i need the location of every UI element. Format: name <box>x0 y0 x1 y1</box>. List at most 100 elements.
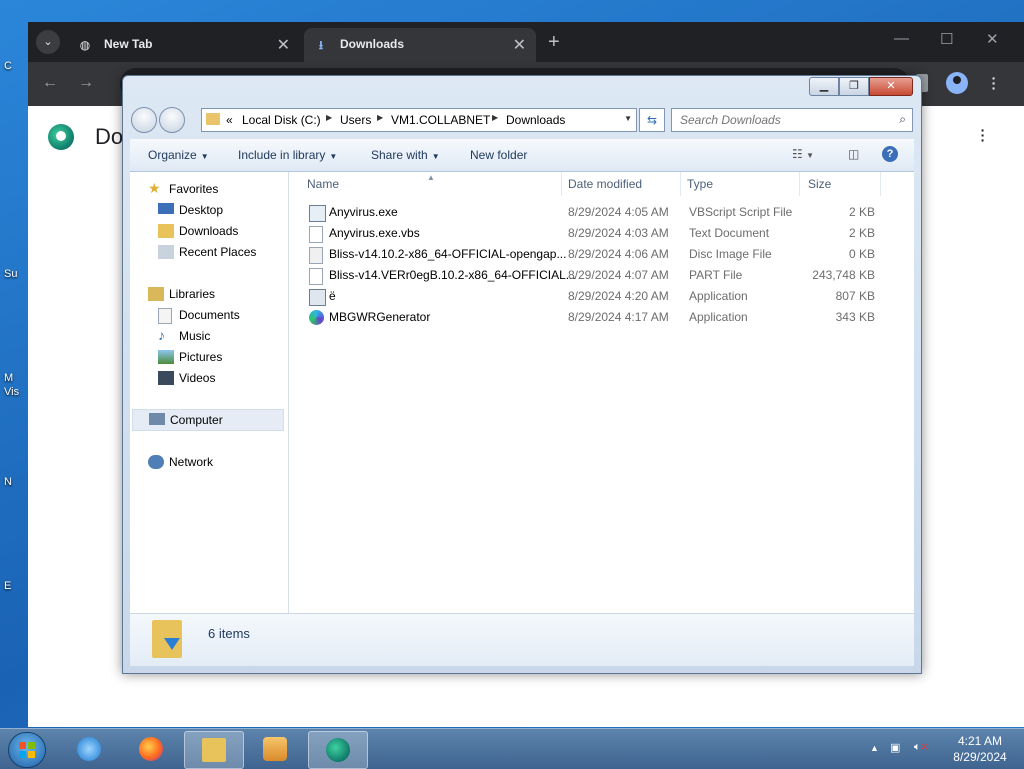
details-pane: 6 items <box>130 613 914 666</box>
search-input[interactable] <box>678 112 882 128</box>
include-in-library-button[interactable]: Include in library ▼ <box>238 148 337 162</box>
share-label: Share with <box>371 148 428 162</box>
breadcrumb-local-disk[interactable]: Local Disk (C:) <box>242 113 321 127</box>
system-clock[interactable]: 4:21 AM 8/29/2024 <box>940 733 1020 765</box>
pictures-icon <box>158 350 174 364</box>
column-label: Type <box>687 177 714 191</box>
start-button[interactable] <box>8 732 46 768</box>
minimize-button[interactable]: — <box>894 30 909 47</box>
taskbar-file-explorer[interactable] <box>184 731 244 769</box>
chevron-down-icon[interactable]: ⌄ <box>36 30 60 54</box>
taskbar-chrome-app[interactable] <box>308 731 368 769</box>
file-size: 343 KB <box>835 310 875 324</box>
file-type: Text Document <box>689 226 770 240</box>
breadcrumb-arrow-icon[interactable]: ▶ <box>326 113 332 122</box>
file-date: 8/29/2024 4:06 AM <box>568 247 669 261</box>
nav-computer[interactable]: Computer <box>132 409 284 431</box>
refresh-icon[interactable]: ⇆ <box>639 108 665 132</box>
file-type: Disc Image File <box>689 247 772 261</box>
desktop-icon-label[interactable]: E <box>4 580 11 592</box>
column-header-size[interactable]: Size <box>800 172 881 196</box>
command-bar: Organize ▼ Include in library ▼ Share with… <box>130 139 914 172</box>
maximize-button[interactable]: ☐ <box>940 30 953 48</box>
tab-downloads[interactable]: ⭳ Downloads ✕ <box>304 28 536 62</box>
close-button[interactable]: ✕ <box>869 77 913 96</box>
tab-new-tab[interactable]: ◍ New Tab ✕ <box>68 28 300 62</box>
file-list: ▲ Name Date modified Type Size Anyvirus.… <box>289 172 914 613</box>
file-type: Application <box>689 310 748 324</box>
nav-label: Favorites <box>169 182 219 196</box>
include-label: Include in library <box>238 148 326 162</box>
desktop-icon <box>158 203 174 214</box>
close-icon[interactable]: ✕ <box>513 35 526 55</box>
nav-label: Libraries <box>169 287 216 301</box>
column-header-name[interactable]: ▲ Name <box>289 172 562 196</box>
breadcrumb-arrow-icon[interactable]: ▶ <box>492 113 498 122</box>
desktop-icon-label[interactable]: C <box>4 60 12 72</box>
file-date: 8/29/2024 4:03 AM <box>568 226 669 240</box>
breadcrumb-users[interactable]: Users <box>340 113 371 127</box>
page-menu-dots-icon[interactable]: · · · <box>980 123 986 147</box>
minimize-button[interactable]: ▁ <box>809 77 839 96</box>
folder-icon <box>206 113 220 125</box>
libraries-icon <box>148 287 164 301</box>
file-row[interactable]: Bliss-v14.10.2-x86_64-OFFICIAL-opengap..… <box>305 244 885 265</box>
taskbar: ▲ ▣ 🔈︎✕ 4:21 AM 8/29/2024 <box>0 728 1024 769</box>
file-date: 8/29/2024 4:05 AM <box>568 205 669 219</box>
file-date: 8/29/2024 4:07 AM <box>568 268 669 282</box>
share-with-button[interactable]: Share with ▼ <box>371 148 440 162</box>
show-hidden-icons-button[interactable]: ▲ <box>870 743 879 753</box>
internet-explorer-icon <box>77 737 101 761</box>
column-header-date[interactable]: Date modified <box>562 172 681 196</box>
nav-label: Downloads <box>179 224 239 238</box>
address-dropdown-icon[interactable]: ▼ <box>624 114 632 123</box>
desktop-icon-label[interactable]: M <box>4 372 13 384</box>
nav-label: Documents <box>179 308 240 322</box>
taskbar-internet-explorer[interactable] <box>60 731 118 767</box>
file-row[interactable]: MBGWRGenerator 8/29/2024 4:17 AM Applica… <box>305 307 885 328</box>
file-row[interactable]: Anyvirus.exe 8/29/2024 4:05 AM VBScript … <box>305 202 885 223</box>
forward-button[interactable]: → <box>78 74 94 92</box>
search-icon[interactable]: ⌕ <box>899 112 906 127</box>
help-icon[interactable]: ? <box>882 146 898 162</box>
desktop-icon-label[interactable]: N <box>4 476 12 488</box>
close-window-button[interactable]: ✕ <box>986 30 999 48</box>
volume-muted-icon[interactable]: 🔈︎✕ <box>914 741 928 754</box>
page-title: Do <box>95 124 124 149</box>
taskbar-media-player[interactable] <box>246 731 304 767</box>
column-header-type[interactable]: Type <box>681 172 800 196</box>
file-date: 8/29/2024 4:17 AM <box>568 310 669 324</box>
nav-label: Network <box>169 455 214 469</box>
address-overflow[interactable]: « <box>226 113 233 127</box>
file-row[interactable]: Bliss-v14.VERr0egB.10.2-x86_64-OFFICIAL.… <box>305 265 885 286</box>
search-box[interactable]: ⌕ <box>671 108 913 132</box>
maximize-button[interactable]: ❐ <box>839 77 869 96</box>
desktop-icon-label[interactable]: Vis <box>4 386 19 398</box>
file-type: Application <box>689 289 748 303</box>
new-tab-button[interactable]: + <box>548 31 560 54</box>
view-options-icon[interactable]: ☷ ▼ <box>792 147 814 161</box>
address-bar[interactable]: « Local Disk (C:) ▶ Users ▶ VM1.COLLABNE… <box>201 108 637 132</box>
desktop-icon-label[interactable]: Su <box>4 268 17 280</box>
nav-label: Music <box>179 329 211 343</box>
file-size: 807 KB <box>835 289 875 303</box>
breadcrumb-arrow-icon[interactable]: ▶ <box>377 113 383 122</box>
forward-button[interactable] <box>159 107 185 133</box>
back-button[interactable]: ← <box>42 74 58 92</box>
breadcrumb-vm1-collabnet[interactable]: VM1.COLLABNET <box>391 113 490 127</box>
new-folder-button[interactable]: New folder <box>470 148 527 162</box>
clock-time: 4:21 AM <box>957 734 1003 748</box>
firefox-icon <box>139 737 163 761</box>
network-tray-icon[interactable]: ▣ <box>890 741 900 754</box>
taskbar-firefox[interactable] <box>122 731 180 767</box>
file-row[interactable]: ё 8/29/2024 4:20 AM Application 807 KB <box>305 286 885 307</box>
file-size: 2 KB <box>848 226 875 240</box>
file-row[interactable]: Anyvirus.exe.vbs 8/29/2024 4:03 AM Text … <box>305 223 885 244</box>
preview-pane-icon[interactable]: ◫ <box>848 147 859 161</box>
close-icon[interactable]: ✕ <box>277 35 290 55</box>
organize-button[interactable]: Organize ▼ <box>148 148 209 162</box>
breadcrumb-downloads[interactable]: Downloads <box>506 113 565 127</box>
back-button[interactable] <box>131 107 157 133</box>
profile-avatar-icon[interactable] <box>946 72 968 94</box>
menu-dots-icon[interactable]: · · · <box>990 71 998 95</box>
